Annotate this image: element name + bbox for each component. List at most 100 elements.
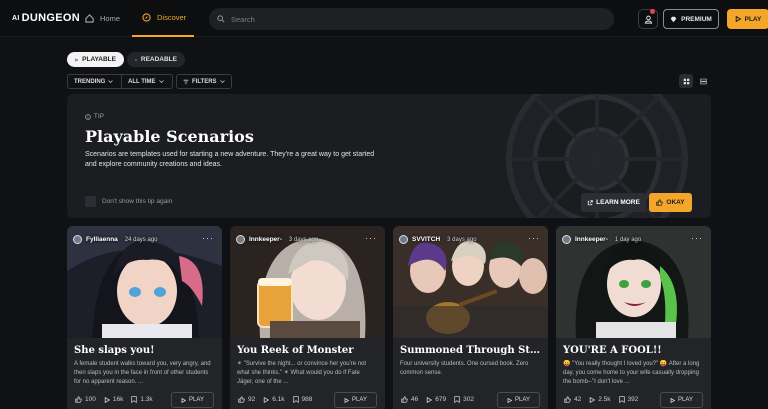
nav-home[interactable]: Home bbox=[85, 0, 120, 37]
likes-stat: 46 bbox=[401, 396, 418, 403]
search-bar[interactable] bbox=[209, 8, 614, 30]
readable-label: READABLE bbox=[140, 56, 177, 63]
time-dropdown[interactable]: ALL TIME bbox=[121, 74, 173, 89]
card-description: ✴ "Survive the night... or convince her … bbox=[237, 361, 367, 385]
learn-more-button[interactable]: LEARN MORE bbox=[581, 193, 646, 212]
search-icon bbox=[217, 15, 225, 23]
card-play-button[interactable]: PLAY bbox=[660, 392, 703, 408]
trending-label: TRENDING bbox=[74, 78, 106, 85]
play-icon bbox=[590, 396, 596, 403]
chevron-down-icon bbox=[219, 80, 225, 84]
card-author[interactable]: Fylliaenna 24 days ago bbox=[73, 235, 158, 244]
playable-toggle[interactable]: PLAYABLE bbox=[67, 52, 124, 67]
dont-show-checkbox[interactable]: Don't show this tip again bbox=[85, 196, 172, 207]
card-author[interactable]: Innkeeper- 3 days ago bbox=[236, 235, 318, 244]
card-play-label: PLAY bbox=[515, 397, 530, 403]
avatar bbox=[399, 235, 408, 244]
tip-banner: TIP Playable Scenarios Scenarios are tem… bbox=[67, 94, 711, 218]
card-description: Four university students. One cursed boo… bbox=[400, 361, 529, 376]
trending-dropdown[interactable]: TRENDING bbox=[67, 74, 121, 89]
avatar bbox=[236, 235, 245, 244]
card-author[interactable]: SVVITCH 3 days ago bbox=[399, 235, 477, 244]
more-options-icon[interactable]: ··· bbox=[365, 233, 377, 243]
play-button[interactable]: PLAY bbox=[727, 9, 768, 29]
plays-stat: 2.5k bbox=[589, 396, 611, 403]
card-play-button[interactable]: PLAY bbox=[334, 392, 377, 408]
saves-stat: 988 bbox=[292, 396, 312, 403]
card-play-button[interactable]: PLAY bbox=[171, 392, 214, 408]
play-icon bbox=[427, 396, 433, 403]
checkbox-box[interactable] bbox=[85, 196, 96, 207]
play-icon bbox=[181, 397, 187, 403]
external-link-icon bbox=[587, 199, 593, 205]
more-options-icon[interactable]: ··· bbox=[528, 233, 540, 243]
readable-toggle[interactable]: READABLE bbox=[127, 52, 185, 67]
playable-label: PLAYABLE bbox=[82, 56, 116, 63]
play-icon bbox=[104, 396, 110, 403]
scenario-card[interactable]: Innkeeper- 1 day ago ··· YOU'RE A FOOL!!… bbox=[556, 226, 711, 409]
book-icon bbox=[135, 58, 137, 61]
author-name: Innkeeper- bbox=[249, 236, 282, 243]
saves-stat: 1.3k bbox=[131, 396, 153, 403]
card-play-button[interactable]: PLAY bbox=[497, 392, 540, 408]
more-options-icon[interactable]: ··· bbox=[202, 233, 214, 243]
thumbs-up-icon bbox=[238, 396, 245, 403]
play-icon bbox=[75, 57, 79, 62]
card-author[interactable]: Innkeeper- 1 day ago bbox=[562, 235, 641, 244]
saves-stat: 302 bbox=[454, 396, 474, 403]
post-age: 3 days ago bbox=[288, 236, 319, 243]
logo[interactable]: AI DUNGEON bbox=[12, 12, 80, 24]
author-name: SVVITCH bbox=[412, 236, 441, 243]
filters-dropdown[interactable]: FILTERS bbox=[176, 74, 232, 89]
grid-icon bbox=[683, 78, 689, 84]
author-name: Fylliaenna bbox=[86, 236, 118, 243]
search-input[interactable] bbox=[231, 14, 591, 24]
bookmark-icon bbox=[292, 396, 299, 403]
bookmark-icon bbox=[131, 396, 138, 403]
diamond-icon bbox=[670, 16, 677, 22]
learn-more-label: LEARN MORE bbox=[596, 199, 640, 206]
compass-icon bbox=[142, 13, 151, 22]
thumbs-up-icon bbox=[401, 396, 408, 403]
plays-stat: 679 bbox=[426, 396, 446, 403]
play-label: PLAY bbox=[744, 15, 762, 23]
card-title: You Reek of Monster bbox=[237, 345, 354, 356]
author-name: Innkeeper- bbox=[575, 236, 608, 243]
bookmark-icon bbox=[454, 396, 460, 403]
card-play-label: PLAY bbox=[352, 397, 367, 403]
post-age: 1 day ago bbox=[614, 236, 642, 243]
avatar bbox=[562, 235, 571, 244]
card-stats: 46 679 302 bbox=[401, 396, 474, 403]
thumbs-up-icon bbox=[75, 396, 82, 403]
top-nav: AIDUNGEON Home Discover PREMIUM PLAY bbox=[0, 0, 768, 37]
nav-discover-label: Discover bbox=[157, 13, 187, 22]
card-title: She slaps you! bbox=[74, 345, 155, 356]
list-icon bbox=[699, 78, 707, 84]
nav-discover[interactable]: Discover bbox=[132, 0, 194, 37]
home-icon bbox=[85, 14, 94, 23]
dont-show-label: Don't show this tip again bbox=[102, 198, 173, 205]
more-options-icon[interactable]: ··· bbox=[691, 233, 703, 243]
user-icon bbox=[644, 15, 652, 24]
card-title: Summoned Through Stupidity bbox=[400, 345, 545, 356]
grid-view-button[interactable] bbox=[679, 74, 693, 88]
card-play-label: PLAY bbox=[678, 397, 693, 403]
premium-button[interactable]: PREMIUM bbox=[663, 9, 719, 29]
plays-stat: 6.1k bbox=[263, 396, 285, 403]
scenario-card[interactable]: Fylliaenna 24 days ago ··· She slaps you… bbox=[67, 226, 222, 409]
play-icon bbox=[670, 397, 676, 403]
thumbs-up-icon bbox=[656, 199, 664, 206]
user-button[interactable] bbox=[638, 9, 658, 29]
chevron-down-icon bbox=[108, 80, 114, 84]
okay-button[interactable]: OKAY bbox=[649, 193, 692, 212]
list-view-button[interactable] bbox=[696, 74, 710, 88]
time-label: ALL TIME bbox=[128, 78, 156, 85]
chevron-down-icon bbox=[158, 80, 164, 84]
card-title: YOU'RE A FOOL!! bbox=[563, 345, 662, 356]
likes-stat: 100 bbox=[75, 396, 96, 403]
scenario-card[interactable]: Innkeeper- 3 days ago ··· You Reek of Mo… bbox=[230, 226, 385, 409]
thumbs-up-icon bbox=[564, 396, 571, 403]
okay-label: OKAY bbox=[666, 199, 685, 206]
play-icon bbox=[344, 397, 350, 403]
scenario-card[interactable]: SVVITCH 3 days ago ··· Summoned Through … bbox=[393, 226, 548, 409]
